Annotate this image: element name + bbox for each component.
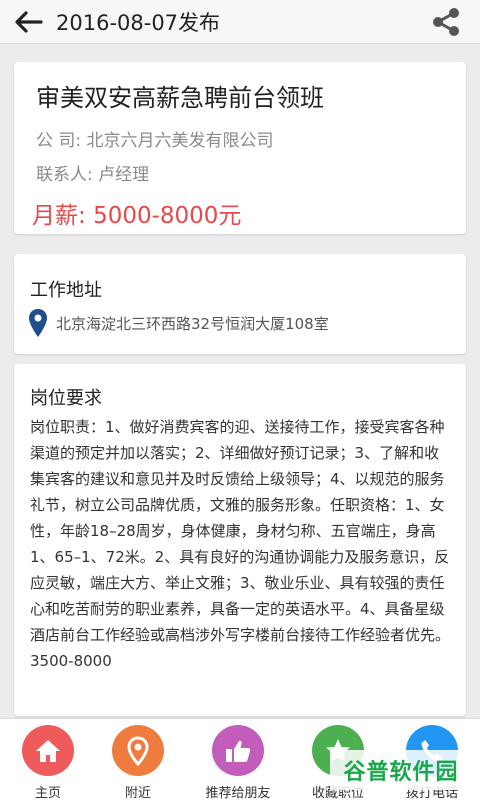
nav-recommend[interactable]: 推荐给朋友	[190, 725, 286, 800]
contact-label: 联系人:	[36, 165, 93, 185]
share-button[interactable]	[428, 4, 464, 40]
salary-label: 月薪:	[32, 203, 86, 229]
arrow-left-icon	[15, 10, 43, 33]
map-pin-icon	[29, 309, 47, 337]
job-title: 审美双安高薪急聘前台领班	[36, 84, 324, 112]
top-bar: 2016-08-07发布	[0, 0, 480, 44]
location-pin-icon	[127, 735, 149, 766]
address-text: 北京海淀北三环西路32号恒润大厦108室	[56, 314, 329, 333]
salary-row: 月薪: 5000-8000元	[32, 196, 241, 230]
recommend-button-circle[interactable]	[212, 725, 264, 776]
contact-name: 卢经理	[98, 165, 150, 185]
requirements-card: 岗位要求 岗位职责：1、做好消费宾客的迎、送接待工作，接受宾客各种渠道的预定并加…	[14, 364, 466, 716]
company-row: 公 司: 北京六月六美发有限公司	[36, 126, 274, 151]
back-button[interactable]	[6, 0, 50, 44]
nav-nearby-label: 附近	[124, 786, 151, 800]
share-icon	[433, 8, 459, 36]
nav-nearby[interactable]: 附近	[90, 725, 186, 800]
salary-value: 5000-8000元	[93, 203, 242, 229]
job-summary-card: 审美双安高薪急聘前台领班 公 司: 北京六月六美发有限公司 联系人: 卢经理 月…	[14, 62, 466, 234]
nav-recommend-label: 推荐给朋友	[205, 786, 271, 800]
home-button-circle[interactable]	[22, 725, 74, 776]
address-section-title: 工作地址	[30, 280, 102, 301]
nav-home[interactable]: 主页	[0, 725, 96, 800]
contact-row: 联系人: 卢经理	[36, 160, 149, 185]
nearby-button-circle[interactable]	[112, 725, 164, 776]
address-card[interactable]: 工作地址 北京海淀北三环西路32号恒润大厦108室	[14, 254, 466, 354]
company-name: 北京六月六美发有限公司	[86, 131, 274, 151]
address-row[interactable]: 北京海淀北三环西路32号恒润大厦108室	[28, 308, 329, 338]
watermark-text: 谷普软件园	[343, 760, 459, 785]
page-title: 2016-08-07发布	[56, 10, 221, 35]
thumbs-up-icon	[226, 740, 251, 762]
requirements-section-title: 岗位要求	[30, 388, 102, 409]
watermark: 谷普软件园	[330, 750, 472, 790]
requirements-text: 岗位职责：1、做好消费宾客的迎、送接待工作，接受宾客各种渠道的预定并加以落实；2…	[30, 418, 451, 670]
nav-home-label: 主页	[34, 786, 61, 800]
company-label: 公 司:	[36, 131, 82, 151]
home-icon	[36, 739, 60, 762]
